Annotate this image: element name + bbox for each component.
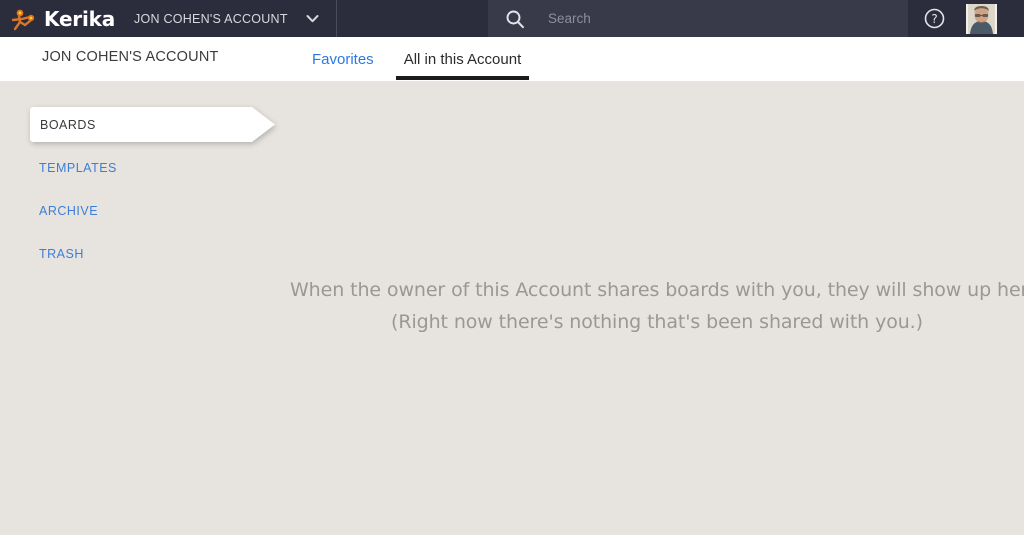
empty-state-line-2: (Right now there's nothing that's been s… xyxy=(391,311,923,333)
account-tabs: Favorites All in this Account xyxy=(303,37,529,81)
brand-name: Kerika xyxy=(44,6,116,31)
sidebar-item-trash[interactable]: TRASH xyxy=(39,247,84,261)
avatar[interactable] xyxy=(966,3,997,34)
tab-all-in-this-account[interactable]: All in this Account xyxy=(395,37,530,81)
sub-header: JON COHEN'S ACCOUNT Favorites All in thi… xyxy=(0,37,1024,81)
top-bar-right-actions: ? xyxy=(908,0,1024,37)
svg-text:?: ? xyxy=(931,12,937,26)
sidebar-item-archive[interactable]: ARCHIVE xyxy=(39,204,98,218)
top-bar: Kerika JON COHEN'S ACCOUNT ? xyxy=(0,0,1024,37)
sidebar-item-templates[interactable]: TEMPLATES xyxy=(39,161,117,175)
empty-state-message: When the owner of this Account shares bo… xyxy=(290,81,1024,535)
empty-state-line-1: When the owner of this Account shares bo… xyxy=(290,279,1024,301)
account-selector-label: JON COHEN'S ACCOUNT xyxy=(134,11,288,26)
sidebar: BOARDS TEMPLATES ARCHIVE TRASH xyxy=(0,81,290,535)
tab-favorites[interactable]: Favorites xyxy=(303,37,383,81)
sidebar-item-boards[interactable]: BOARDS xyxy=(30,107,275,142)
question-circle-icon[interactable]: ? xyxy=(923,8,945,30)
search-icon[interactable] xyxy=(504,8,526,30)
chevron-down-icon[interactable] xyxy=(305,12,319,26)
page-title: JON COHEN'S ACCOUNT xyxy=(42,49,219,65)
kerika-people-icon xyxy=(9,5,39,33)
search-input[interactable] xyxy=(548,11,878,26)
sidebar-item-label: BOARDS xyxy=(40,117,96,132)
content-area: BOARDS TEMPLATES ARCHIVE TRASH When the … xyxy=(0,81,1024,535)
brand-account-zone[interactable]: Kerika JON COHEN'S ACCOUNT xyxy=(0,0,337,37)
search-bar[interactable] xyxy=(488,0,908,37)
